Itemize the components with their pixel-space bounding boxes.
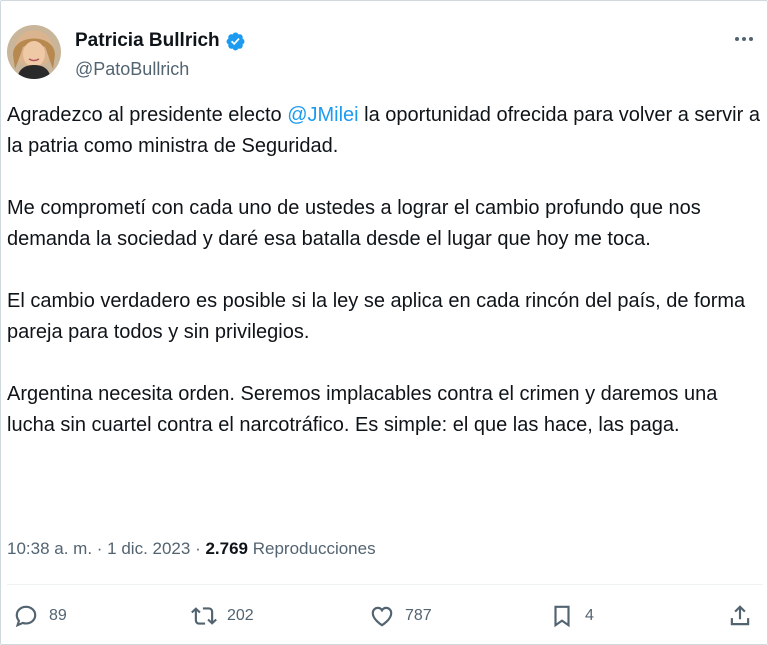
- tweet-text: Agradezco al presidente electo @JMilei l…: [7, 100, 763, 472]
- date[interactable]: 1 dic. 2023: [107, 539, 190, 558]
- action-bar: 89 202 787 4: [1, 596, 768, 636]
- timestamp[interactable]: 10:38 a. m.: [7, 539, 92, 558]
- paragraph-2: Me comprometí con cada uno de ustedes a …: [7, 197, 701, 250]
- tweet-header: Patricia Bullrich @PatoBullrich: [7, 25, 763, 81]
- bookmark-button[interactable]: 4: [549, 596, 594, 636]
- reply-count: 89: [49, 607, 67, 624]
- heart-icon: [371, 606, 393, 627]
- paragraph-3: El cambio verdadero es posible si la ley…: [7, 290, 746, 343]
- bookmark-icon: [554, 605, 570, 628]
- paragraph-4: Argentina necesita orden. Seremos implac…: [7, 383, 718, 436]
- reply-button[interactable]: 89: [13, 596, 67, 636]
- retweet-icon: [191, 607, 217, 625]
- views-count: 2.769: [205, 539, 249, 558]
- mention-link[interactable]: @JMilei: [287, 104, 358, 126]
- verified-badge-icon: [226, 32, 245, 50]
- retweet-button[interactable]: 202: [191, 596, 254, 636]
- display-name-row[interactable]: Patricia Bullrich: [75, 29, 246, 53]
- avatar[interactable]: [7, 25, 61, 79]
- share-button[interactable]: [727, 596, 753, 636]
- tweet-card: Patricia Bullrich @PatoBullrich Agradezc…: [0, 0, 768, 645]
- like-button[interactable]: 787: [369, 596, 432, 636]
- views-label: Reproducciones: [248, 539, 376, 558]
- bookmark-count: 4: [585, 607, 594, 624]
- like-count: 787: [405, 607, 432, 624]
- display-name[interactable]: Patricia Bullrich: [75, 29, 220, 53]
- author-names: Patricia Bullrich @PatoBullrich: [75, 29, 246, 81]
- tweet-meta: 10:38 a. m. · 1 dic. 2023 · 2.769 Reprod…: [7, 539, 376, 558]
- more-options-icon[interactable]: [729, 27, 759, 51]
- retweet-count: 202: [227, 607, 254, 624]
- share-icon: [730, 605, 750, 626]
- divider: [7, 584, 763, 585]
- paragraph-1: Agradezco al presidente electo @JMilei l…: [7, 104, 760, 157]
- handle[interactable]: @PatoBullrich: [75, 57, 246, 81]
- reply-icon: [15, 605, 37, 628]
